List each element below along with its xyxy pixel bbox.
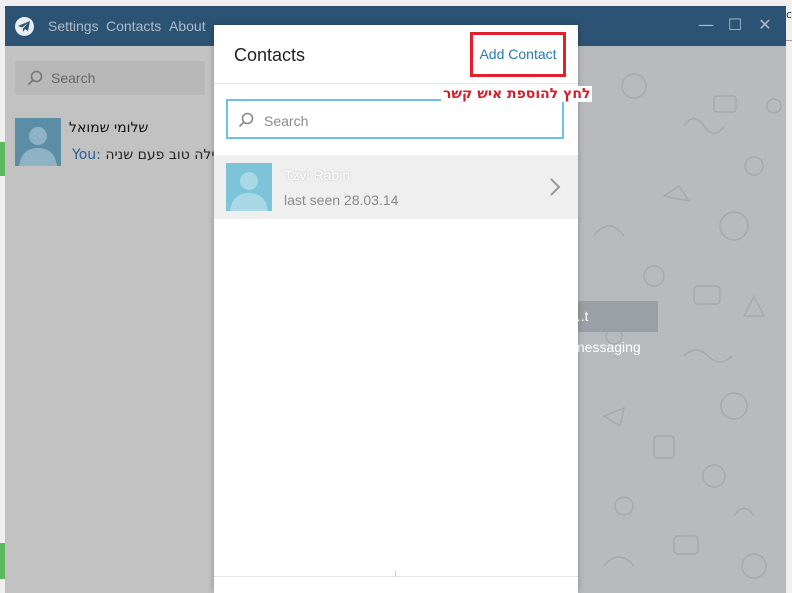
menu-about[interactable]: About [169, 18, 206, 34]
dialog-title: Contacts [234, 45, 306, 65]
menu-settings[interactable]: Settings [48, 18, 99, 34]
sidebar-search[interactable]: Search [15, 61, 205, 95]
telegram-logo-icon [15, 17, 34, 36]
chat-preview[interactable]: You: לילה טוב פעם שניה [72, 147, 222, 163]
divider-tick [395, 571, 396, 577]
search-icon [238, 112, 254, 128]
add-contact-button[interactable]: Add Contact [470, 32, 566, 77]
annotation-label: לחץ להוספת איש קשר [441, 86, 593, 102]
maximize-button[interactable]: ☐ [725, 15, 745, 35]
close-button[interactable]: ✕ [755, 15, 775, 35]
avatar [15, 118, 61, 166]
contact-name: Tzvi Rabin [284, 167, 351, 183]
search-icon [27, 70, 43, 86]
contact-list-item[interactable]: Tzvi Rabin last seen 28.03.14 [214, 155, 578, 219]
divider [214, 83, 578, 84]
chat-preview-text: לילה טוב פעם שניה [105, 147, 223, 163]
contacts-dialog: Contacts Add Contact Tzvi Rabin last see… [214, 25, 578, 593]
menu-contacts[interactable]: Contacts [106, 18, 161, 34]
outer-window-text: c [785, 8, 792, 21]
contact-last-seen: last seen 28.03.14 [284, 192, 399, 208]
minimize-button[interactable]: — [696, 15, 716, 35]
divider [214, 576, 578, 577]
chevron-right-icon [550, 178, 561, 196]
chat-name[interactable]: שלומי שמואל [69, 120, 205, 136]
chat-sidebar: Search שלומי שמואל You: לילה טוב פעם שני… [5, 46, 222, 593]
chat-preview-sender: You: [72, 147, 101, 163]
contact-search-field[interactable] [226, 99, 564, 139]
contact-search-input[interactable] [262, 109, 546, 133]
sidebar-search-placeholder: Search [51, 70, 96, 86]
avatar [226, 163, 272, 211]
